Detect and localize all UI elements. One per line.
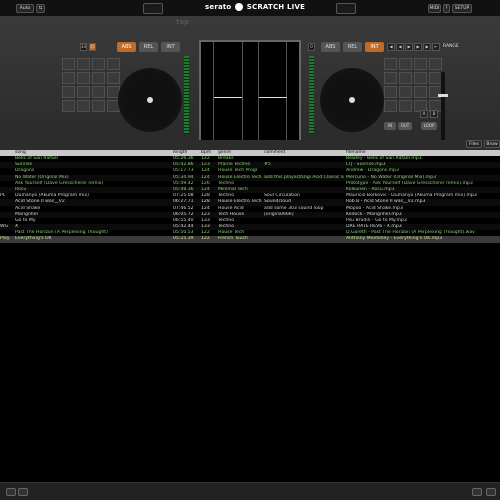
bottom-bar (0, 482, 500, 500)
right-int-button[interactable]: INT (365, 42, 384, 52)
track-overview-display (199, 40, 301, 150)
browse-label: Brow (486, 142, 498, 147)
row-genre: French Touch (218, 236, 248, 242)
album-art-button[interactable] (472, 488, 482, 496)
overview-divider (286, 42, 287, 148)
column-header-comment[interactable]: comment (264, 150, 285, 155)
right-loop-out-button[interactable]: OUT (398, 122, 412, 130)
left-spindle-icon (147, 97, 153, 103)
track-row[interactable]: Play Everything's OK 05:25.39 122 French Tou… (0, 236, 500, 243)
overview-marker (259, 97, 287, 98)
left-value-a[interactable]: 33 (80, 43, 87, 51)
panel-toggle-right-button[interactable] (336, 3, 356, 14)
panel-toggle-button[interactable] (143, 3, 163, 14)
right-forward-icon[interactable]: ▶ (414, 43, 422, 51)
info-icon[interactable]: ? (443, 4, 450, 13)
left-rel-button[interactable]: REL (139, 42, 158, 52)
auto-label: Auto (19, 6, 31, 11)
right-loop-in-button[interactable]: IN (384, 122, 396, 130)
add-crate-button[interactable] (6, 488, 16, 496)
right-level-meter (309, 56, 314, 134)
right-loop-a-button[interactable]: A (420, 110, 428, 118)
files-label: Files (469, 142, 479, 147)
setup-label: SETUP (454, 6, 470, 11)
overview-divider (258, 42, 259, 148)
right-spindle-icon (349, 97, 355, 103)
column-header-filename[interactable]: filename (346, 150, 366, 155)
overview-marker (214, 97, 242, 98)
top-bar: Auto ⇆ serato SCRATCH LIVE MIDI ? SETUP (0, 0, 500, 16)
overview-divider (213, 42, 214, 148)
right-loop-b-button[interactable]: B (430, 110, 438, 118)
setup-button[interactable]: SETUP (452, 4, 472, 13)
collapse-icon[interactable]: ⇆ (36, 4, 45, 13)
right-censor-icon[interactable]: ⇤ (432, 43, 440, 51)
row-bpm: 122 (201, 236, 210, 242)
deck-area: tap 33 45 ABS REL INT 0 ABS REL INT ◀ ◀ … (0, 16, 500, 152)
right-abs-button[interactable]: ABS (321, 42, 340, 52)
left-value-b[interactable]: 45 (89, 43, 96, 51)
browse-button[interactable]: Brow (484, 140, 500, 148)
serato-logo: serato SCRATCH LIVE (205, 3, 305, 11)
tap-label-left[interactable]: tap (176, 18, 189, 26)
column-header-bpm[interactable]: bpm (201, 150, 211, 155)
left-cue-pad-grid[interactable] (62, 58, 120, 112)
column-header-genre[interactable]: genre (218, 150, 231, 155)
scratch-logo-icon (235, 3, 244, 11)
left-int-button[interactable]: INT (161, 42, 180, 52)
add-smart-crate-button[interactable] (18, 488, 28, 496)
column-header-length[interactable]: length (173, 150, 187, 155)
row-status: Play (0, 236, 10, 242)
midi-label: MIDI (429, 6, 440, 11)
pitch-slider-thumb[interactable] (438, 94, 448, 97)
logo-product-text: SCRATCH LIVE (246, 3, 306, 11)
right-cue-pad-grid[interactable] (384, 58, 442, 112)
row-length: 05:25.39 (173, 236, 194, 242)
row-song: Everything's OK (15, 236, 52, 242)
right-rel-button[interactable]: REL (343, 42, 362, 52)
auto-button[interactable]: Auto (16, 4, 34, 13)
right-loop-button[interactable]: LOOP (421, 122, 437, 130)
row-filename: Anthony Montelley - Everything's OK.mp3 (346, 236, 443, 242)
midi-button[interactable]: MIDI (428, 4, 441, 13)
right-value-a[interactable]: 0 (308, 43, 315, 51)
left-abs-button[interactable]: ABS (117, 42, 136, 52)
right-play-icon[interactable]: ▶ (405, 43, 413, 51)
right-ffwd-icon[interactable]: ▶ (423, 43, 431, 51)
panel-button[interactable] (486, 488, 496, 496)
files-button[interactable]: Files (466, 140, 482, 148)
logo-serato-text: serato (205, 3, 232, 11)
right-range-label[interactable]: RANGE (443, 44, 459, 49)
column-header-song[interactable]: song (15, 150, 26, 155)
right-back-icon[interactable]: ◀ (396, 43, 404, 51)
left-virtual-deck[interactable] (118, 68, 182, 132)
right-rewind-icon[interactable]: ◀ (387, 43, 395, 51)
left-level-meter (184, 56, 189, 134)
right-virtual-deck[interactable] (320, 68, 384, 132)
library-toolbar: Files Brow (0, 140, 500, 150)
library-track-list: Bells of San Rafael 05:26.36 122 Breaks Bewl… (0, 156, 500, 243)
overview-divider (242, 42, 243, 148)
